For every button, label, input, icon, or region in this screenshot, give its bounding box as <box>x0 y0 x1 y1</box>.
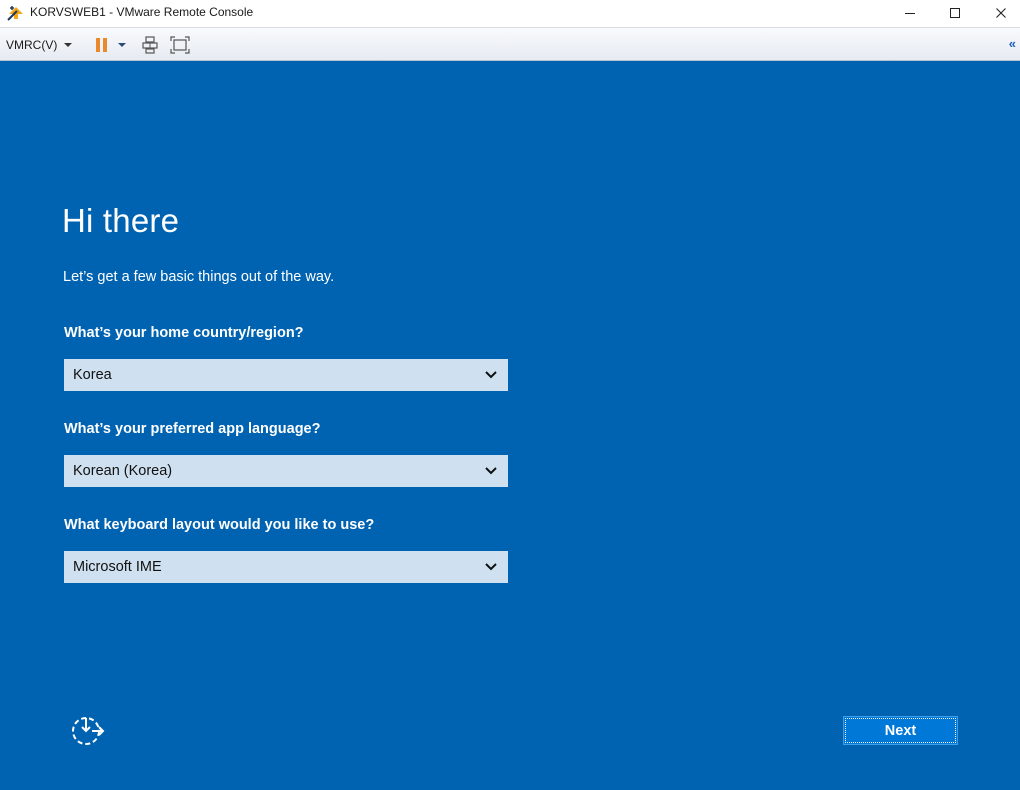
maximize-icon <box>950 8 960 18</box>
minimize-icon <box>905 13 915 14</box>
ease-of-access-icon[interactable] <box>70 715 106 747</box>
chevron-down-icon <box>64 43 73 47</box>
chevron-down-icon <box>485 467 497 475</box>
close-button[interactable] <box>978 0 1020 26</box>
close-icon <box>996 8 1006 18</box>
vmrc-app-icon <box>7 6 23 21</box>
pause-dropdown-button[interactable] <box>116 34 128 56</box>
vm-screen[interactable]: Hi there Let’s get a few basic things ou… <box>0 61 1020 790</box>
fullscreen-button[interactable] <box>169 34 191 56</box>
window-title: KORVSWEB1 - VMware Remote Console <box>30 5 254 19</box>
app-language-label: What’s your preferred app language? <box>64 421 321 437</box>
country-region-dropdown[interactable]: Korea <box>64 359 508 391</box>
maximize-button[interactable] <box>932 0 978 26</box>
country-region-value: Korea <box>73 367 112 383</box>
app-language-value: Korean (Korea) <box>73 463 173 479</box>
app-language-dropdown[interactable]: Korean (Korea) <box>64 455 508 487</box>
fullscreen-icon <box>170 36 190 54</box>
country-region-label: What’s your home country/region? <box>64 325 304 341</box>
vmrc-menu-button[interactable]: VMRC(V) <box>6 36 74 54</box>
keyboard-layout-dropdown[interactable]: Microsoft IME <box>64 551 508 583</box>
next-button[interactable]: Next <box>843 716 958 745</box>
pause-button[interactable] <box>92 34 112 56</box>
chevron-down-icon <box>485 371 497 379</box>
chevron-down-icon <box>118 43 126 47</box>
title-bar: KORVSWEB1 - VMware Remote Console <box>0 0 1020 26</box>
pause-icon <box>96 38 107 52</box>
keyboard-layout-label: What keyboard layout would you like to u… <box>64 517 375 533</box>
vmrc-menu-label: VMRC(V) <box>6 38 58 52</box>
chevron-down-icon <box>485 563 497 571</box>
keyboard-layout-value: Microsoft IME <box>73 559 162 575</box>
page-subtitle: Let’s get a few basic things out of the … <box>63 269 335 285</box>
send-ctrl-alt-del-button[interactable] <box>140 34 160 56</box>
page-title: Hi there <box>62 202 180 239</box>
collapse-toolbar-button[interactable]: « <box>1009 36 1016 51</box>
toolbar: VMRC(V) « <box>0 27 1020 61</box>
ctrl-alt-del-icon <box>142 36 158 54</box>
minimize-button[interactable] <box>887 0 933 26</box>
